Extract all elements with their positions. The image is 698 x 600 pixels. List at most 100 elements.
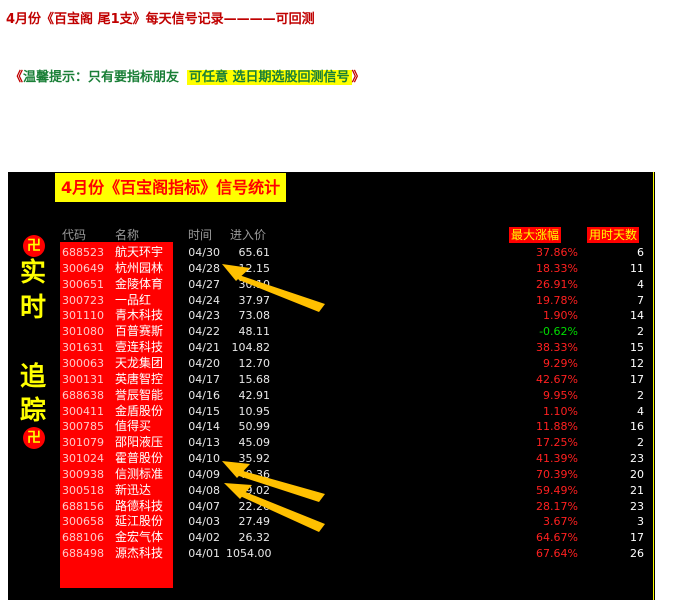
- table-row: 301080 百普赛斯 04/22 48.11 -0.62% 2: [0, 324, 698, 340]
- entry-price: 12.70: [238, 356, 271, 370]
- stock-name: 金陵体育: [115, 276, 164, 291]
- stock-name: 誉辰智能: [115, 387, 164, 402]
- col-header-days: 用时天数: [587, 227, 640, 243]
- stock-name: 霍普股份: [115, 451, 164, 466]
- table-row: 688638 誉辰智能 04/16 42.91 9.95% 2: [0, 388, 698, 404]
- tip-line: 《温馨提示：只有要指标朋友 可任意 选日期选股回测信号》: [10, 66, 365, 85]
- table-row: 688498 源杰科技 04/01 1054.00 67.64% 26: [0, 546, 698, 562]
- entry-price: 26.32: [238, 531, 271, 545]
- max-gain: 42.67%: [536, 372, 578, 386]
- days-used: 15: [630, 341, 644, 355]
- stock-name: 金盾股份: [115, 403, 164, 418]
- table-row: 688523 航天环宇 04/30 65.61 37.86% 6: [0, 245, 698, 261]
- entry-price: 40.36: [238, 467, 271, 481]
- entry-price: 65.61: [238, 246, 271, 259]
- max-gain: 9.95%: [543, 388, 578, 402]
- table-row: 688156 路德科技 04/07 22.26 28.17% 23: [0, 499, 698, 515]
- entry-price: 22.26: [238, 499, 271, 513]
- stock-name: 航天环宇: [115, 245, 164, 259]
- stock-name: 源杰科技: [115, 546, 164, 561]
- table-row: 301079 邵阳液压 04/13 45.09 17.25% 2: [0, 435, 698, 451]
- days-used: 2: [637, 325, 644, 339]
- stock-name: 百普赛斯: [115, 324, 164, 339]
- stock-code: 300658: [62, 515, 104, 529]
- max-gain: 67.64%: [536, 547, 578, 561]
- tip-highlight: 可任意 选日期选股回测信号: [187, 70, 352, 85]
- days-used: 14: [630, 309, 644, 323]
- entry-price: 12.15: [238, 261, 271, 275]
- max-gain: 37.86%: [536, 246, 578, 259]
- page-heading: 4月份《百宝阁 尾1支》每天信号记录————可回测: [6, 12, 315, 27]
- panel-tick-mark: [655, 210, 656, 222]
- stock-code: 688638: [62, 388, 104, 402]
- entry-price: 27.49: [238, 515, 271, 529]
- days-used: 23: [630, 499, 644, 513]
- entry-price: 19.02: [238, 483, 271, 497]
- signal-date: 04/27: [188, 277, 220, 291]
- max-gain: 26.91%: [536, 277, 578, 291]
- entry-price: 10.95: [238, 404, 271, 418]
- entry-price: 50.99: [238, 420, 271, 434]
- days-used: 4: [637, 404, 644, 418]
- stock-code: 300411: [62, 404, 104, 418]
- max-gain: 70.39%: [536, 467, 578, 481]
- days-used: 20: [630, 467, 644, 481]
- stock-name: 路德科技: [115, 498, 164, 513]
- days-used: 6: [637, 246, 644, 259]
- table-row: 301024 霍普股份 04/10 35.92 41.39% 23: [0, 451, 698, 467]
- max-gain: 38.33%: [536, 341, 578, 355]
- signal-date: 04/14: [188, 420, 220, 434]
- signal-date: 04/13: [188, 436, 220, 450]
- col-header-code: 代码: [62, 228, 87, 242]
- days-used: 2: [637, 388, 644, 402]
- stock-name: 一品红: [115, 292, 152, 307]
- table-row: 300063 天龙集团 04/20 12.70 9.29% 12: [0, 356, 698, 372]
- table-row: 300658 延江股份 04/03 27.49 3.67% 3: [0, 514, 698, 530]
- signal-date: 04/21: [188, 341, 220, 355]
- panel-title: 4月份《百宝阁指标》信号统计: [55, 173, 287, 202]
- signal-date: 04/17: [188, 372, 220, 386]
- days-used: 17: [630, 372, 644, 386]
- table-row: 300518 新迅达 04/08 19.02 59.49% 21: [0, 483, 698, 499]
- stock-name: 新迅达: [115, 482, 152, 497]
- entry-price: 104.82: [231, 341, 271, 355]
- stock-name: 壹连科技: [115, 340, 164, 355]
- max-gain: 28.17%: [536, 499, 578, 513]
- stock-code: 301110: [62, 309, 104, 323]
- stock-code: 300649: [62, 261, 104, 275]
- col-header-max-gain: 最大涨幅: [509, 227, 562, 243]
- entry-price: 45.09: [238, 436, 271, 450]
- signal-date: 04/07: [188, 499, 220, 513]
- stock-code: 301079: [62, 436, 104, 450]
- stock-name: 邵阳液压: [115, 435, 164, 450]
- stock-code: 301024: [62, 452, 104, 466]
- max-gain: 9.29%: [543, 356, 578, 370]
- stock-code: 300785: [62, 420, 104, 434]
- table-row: 301631 壹连科技 04/21 104.82 38.33% 15: [0, 340, 698, 356]
- signal-date: 04/23: [188, 309, 220, 323]
- stock-code: 688523: [62, 246, 104, 259]
- tip-open-bracket: 《: [10, 70, 24, 85]
- table-row: 688106 金宏气体 04/02 26.32 64.67% 17: [0, 530, 698, 546]
- stock-code: 688156: [62, 499, 104, 513]
- stock-code: 300651: [62, 277, 104, 291]
- entry-price: 35.92: [238, 452, 271, 466]
- tip-text: 温馨提示：只有要指标朋友: [23, 70, 180, 85]
- entry-price: 15.68: [238, 372, 271, 386]
- stock-name: 青木科技: [115, 308, 164, 323]
- stock-name: 信测标准: [115, 466, 164, 481]
- table-row: 300938 信测标准 04/09 40.36 70.39% 20: [0, 467, 698, 483]
- days-used: 17: [630, 531, 644, 545]
- signal-date: 04/24: [188, 293, 220, 307]
- stock-code: 300723: [62, 293, 104, 307]
- days-used: 16: [630, 420, 644, 434]
- entry-price: 37.97: [238, 293, 271, 307]
- entry-price: 48.11: [238, 325, 271, 339]
- signal-date: 04/02: [188, 531, 220, 545]
- max-gain: 18.33%: [536, 261, 578, 275]
- entry-price: 73.08: [238, 309, 271, 323]
- table-row: 300411 金盾股份 04/15 10.95 1.10% 4: [0, 404, 698, 420]
- table-row: 300651 金陵体育 04/27 30.10 26.91% 4: [0, 277, 698, 293]
- stock-name: 杭州园林: [115, 260, 164, 275]
- stock-code: 688106: [62, 531, 104, 545]
